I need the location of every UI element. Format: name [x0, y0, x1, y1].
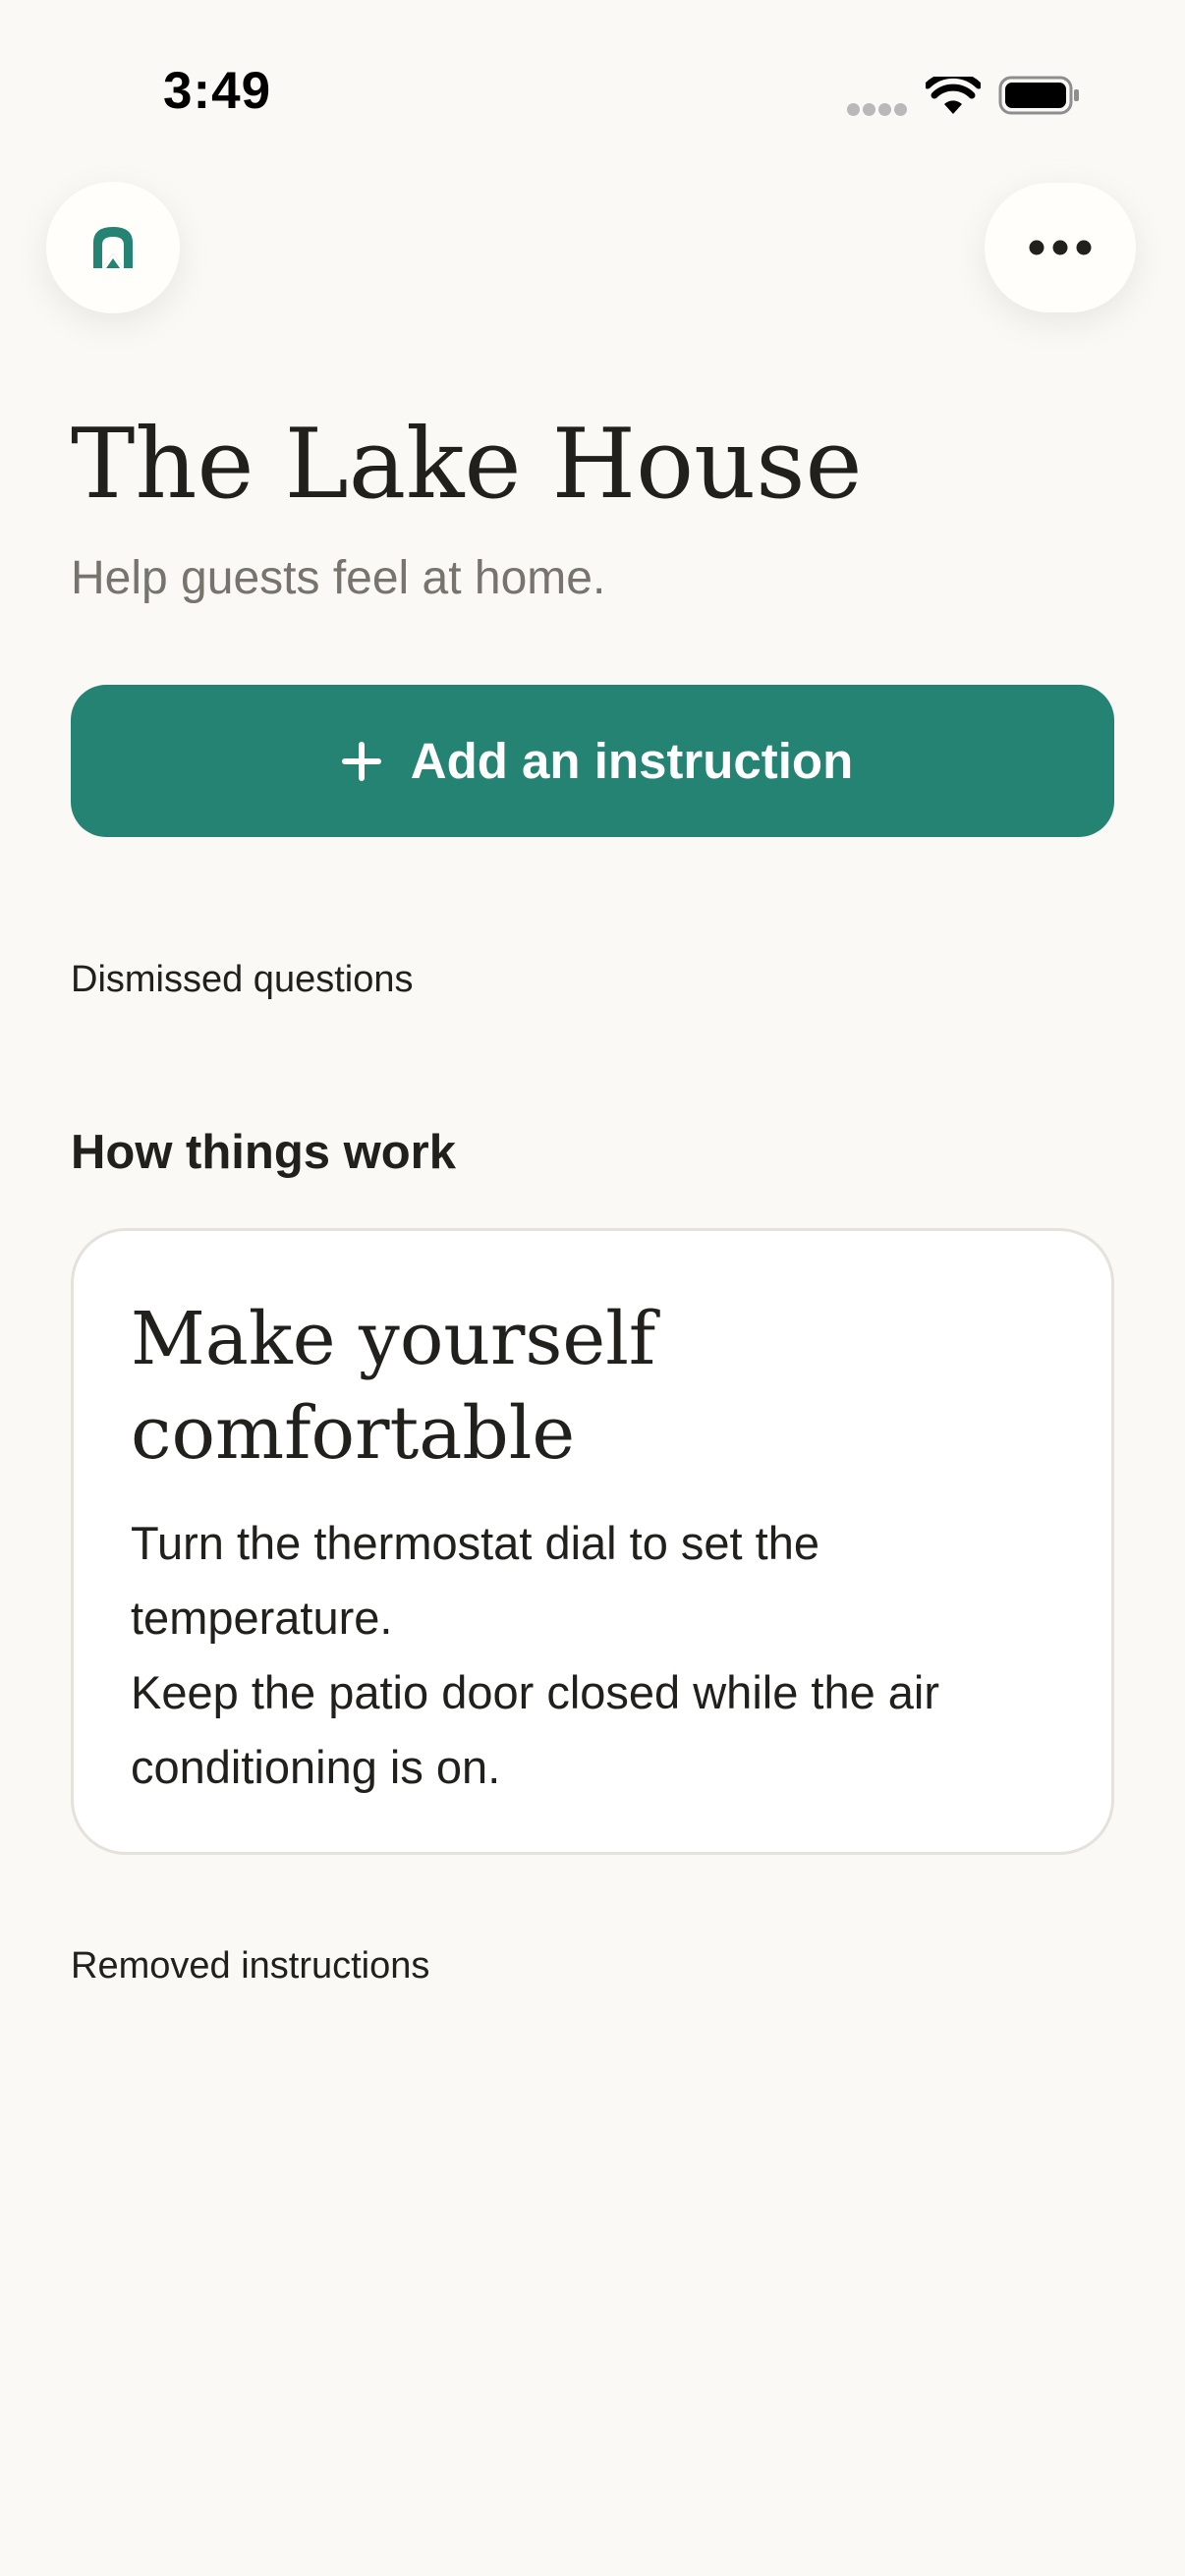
add-instruction-label: Add an instruction [410, 733, 854, 789]
card-title: Make yourself comfortable [131, 1297, 656, 1476]
status-bar: 3:49 [0, 0, 1185, 147]
more-horizontal-icon [1029, 240, 1092, 255]
dismissed-questions-link[interactable]: Dismissed questions [71, 955, 413, 1004]
cellular-signal-icon [847, 103, 908, 117]
plus-icon [341, 741, 381, 781]
card-line: Keep the patio door closed while the air… [131, 1666, 940, 1793]
more-options-button[interactable] [985, 183, 1136, 312]
wifi-icon [926, 77, 981, 114]
page-subtitle: Help guests feel at home. [71, 552, 606, 604]
status-time: 3:49 [163, 62, 272, 120]
add-instruction-button[interactable]: Add an instruction [71, 685, 1114, 837]
home-button[interactable] [46, 182, 180, 313]
house-arch-icon [93, 227, 133, 268]
card-body: Turn the thermostat dial to set the temp… [131, 1506, 1074, 1805]
section-heading: How things work [71, 1126, 456, 1179]
page-title: The Lake House [71, 409, 863, 521]
card-line: Turn the thermostat dial to set the temp… [131, 1517, 820, 1644]
battery-icon [998, 76, 1079, 115]
instruction-card[interactable]: Make yourself comfortable Turn the therm… [71, 1228, 1114, 1855]
removed-instructions-link[interactable]: Removed instructions [71, 1941, 429, 1990]
